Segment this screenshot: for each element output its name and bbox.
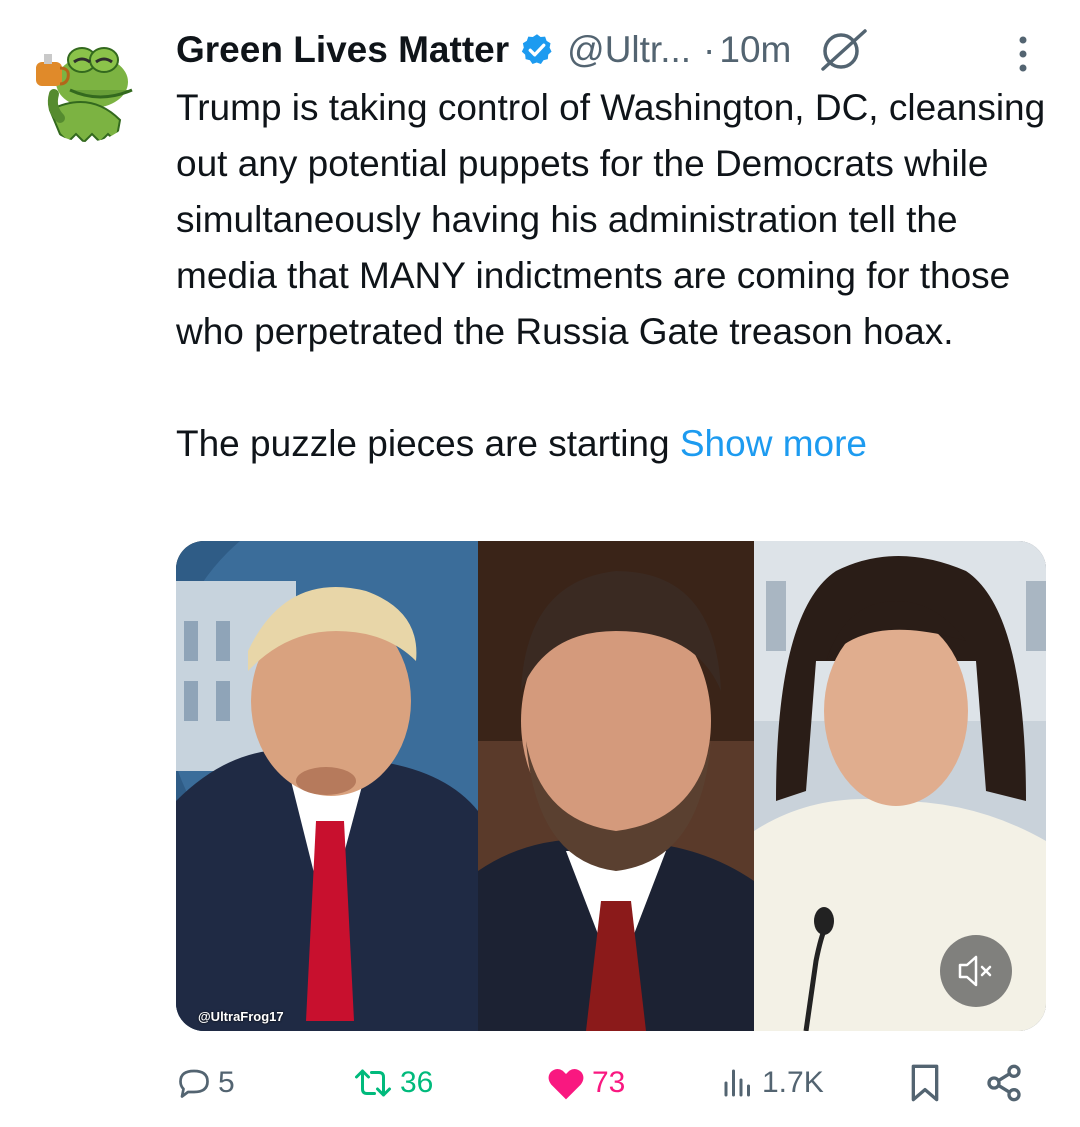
repost-button[interactable]: 36 <box>352 1055 433 1111</box>
reply-count: 5 <box>218 1066 235 1099</box>
post-text-truncated: The puzzle pieces are starting <box>176 423 670 464</box>
bookmark-icon <box>911 1064 939 1102</box>
more-options-icon[interactable] <box>1005 32 1041 78</box>
views-button[interactable]: 1.7K <box>720 1055 824 1111</box>
mute-button[interactable] <box>940 935 1012 1007</box>
share-button[interactable] <box>984 1055 1024 1111</box>
like-button[interactable]: 73 <box>546 1055 625 1111</box>
grok-icon[interactable] <box>817 27 869 73</box>
reply-button[interactable]: 5 <box>176 1055 235 1111</box>
post-text-paragraph-1: Trump is taking control of Washington, D… <box>176 87 1046 352</box>
author-name[interactable]: Green Lives Matter <box>176 29 509 71</box>
views-icon <box>724 1069 750 1097</box>
verified-badge-icon <box>521 34 552 64</box>
heart-icon <box>548 1069 584 1100</box>
action-bar: 5 36 73 1.7K <box>176 1055 1056 1111</box>
repost-count: 36 <box>400 1066 434 1099</box>
reply-icon <box>179 1069 209 1098</box>
post-body: Trump is taking control of Washington, D… <box>176 80 1056 472</box>
author-handle[interactable]: @Ultr... <box>567 29 691 71</box>
share-icon <box>987 1064 1021 1102</box>
post-timestamp[interactable]: 10m <box>719 29 791 71</box>
bookmark-button[interactable] <box>908 1055 942 1111</box>
show-more-link[interactable]: Show more <box>680 423 867 464</box>
like-count: 73 <box>592 1066 626 1099</box>
repost-icon <box>355 1069 391 1097</box>
separator-dot: · <box>703 29 716 70</box>
video-watermark: @UltraFrog17 <box>198 1009 284 1024</box>
post-video[interactable] <box>176 541 1046 1031</box>
post-header: Green Lives Matter @Ultr... · 10m <box>176 24 869 76</box>
author-avatar[interactable] <box>30 30 142 142</box>
muted-speaker-icon <box>958 955 992 987</box>
views-count: 1.7K <box>762 1066 824 1099</box>
post-text-paragraph-2: The puzzle pieces are starting Show more <box>176 416 1056 472</box>
